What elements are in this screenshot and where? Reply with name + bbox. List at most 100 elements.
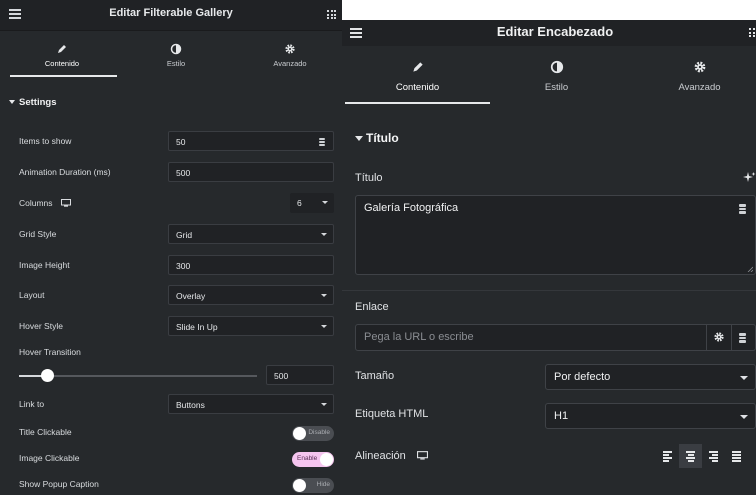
chevron-down-icon xyxy=(740,376,748,380)
align-center-button[interactable] xyxy=(679,444,702,468)
left-editor-panel: Editar Filterable Gallery Contenido Esti… xyxy=(0,0,342,495)
layout-row: Layout Overlay xyxy=(0,285,342,307)
tab-estilo[interactable]: Estilo xyxy=(119,31,233,77)
image-clickable-row: Image Clickable Enable xyxy=(0,450,342,472)
hover-style-select[interactable]: Slide In Up xyxy=(168,316,334,336)
dynamic-tags-icon[interactable] xyxy=(319,138,325,147)
align-right-button[interactable] xyxy=(702,444,725,468)
link-to-label: Link to xyxy=(19,399,45,409)
widgets-grid-icon[interactable] xyxy=(327,10,336,19)
pencil-icon xyxy=(5,42,119,54)
etiqueta-html-select[interactable]: H1 xyxy=(545,403,756,429)
right-header-bar: Editar Encabezado xyxy=(342,20,756,46)
tab-avanzado[interactable]: Avanzado xyxy=(627,46,756,104)
caret-down-icon xyxy=(9,100,15,104)
caret-down-icon xyxy=(355,136,363,141)
hover-style-label: Hover Style xyxy=(19,321,63,331)
hover-transition-input[interactable]: 500 xyxy=(266,365,334,385)
chevron-down-icon xyxy=(322,201,328,204)
divider xyxy=(731,325,732,350)
titulo-section-title: Título xyxy=(366,131,399,145)
title-clickable-state: Disable xyxy=(308,429,330,436)
image-height-label: Image Height xyxy=(19,260,70,270)
pencil-icon xyxy=(345,60,490,74)
tab-estilo-label: Estilo xyxy=(166,59,186,68)
show-popup-caption-toggle[interactable]: Hide xyxy=(292,478,334,493)
left-panel-title: Editar Filterable Gallery xyxy=(109,7,233,19)
enlace-label: Enlace xyxy=(355,301,389,313)
items-to-show-value: 50 xyxy=(176,137,186,147)
tab-contenido[interactable]: Contenido xyxy=(345,46,490,104)
settings-section-title: Settings xyxy=(19,97,57,108)
tab-avanzado[interactable]: Avanzado xyxy=(233,31,342,77)
titulo-section-header[interactable]: Título xyxy=(342,128,756,152)
image-height-row: Image Height 300 xyxy=(0,255,342,277)
animation-duration-row: Animation Duration (ms) 500 xyxy=(0,162,342,184)
divider xyxy=(342,290,756,291)
toggle-knob xyxy=(293,427,306,440)
animation-duration-input[interactable]: 500 xyxy=(168,162,334,182)
chevron-down-icon xyxy=(740,415,748,419)
desktop-icon[interactable] xyxy=(416,451,428,460)
tab-avanzado-label: Avanzado xyxy=(273,59,307,68)
dynamic-tags-icon[interactable] xyxy=(739,204,746,215)
image-height-input[interactable]: 300 xyxy=(168,255,334,275)
title-clickable-label: Title Clickable xyxy=(19,427,72,437)
hover-transition-slider-handle[interactable] xyxy=(41,369,55,382)
grid-style-row: Grid Style Grid xyxy=(0,224,342,246)
hover-style-row: Hover Style Slide In Up xyxy=(0,316,342,338)
items-to-show-input[interactable]: 50 xyxy=(168,131,334,151)
toggle-knob xyxy=(293,479,306,492)
dynamic-tags-icon[interactable] xyxy=(739,333,746,344)
title-clickable-row: Title Clickable Disable xyxy=(0,424,342,446)
hover-transition-row: Hover Transition xyxy=(0,342,342,364)
right-editor-panel: Editar Encabezado Contenido Estilo Avanz… xyxy=(342,20,756,495)
contrast-icon xyxy=(484,60,629,74)
divider xyxy=(706,325,707,350)
grid-style-value: Grid xyxy=(176,230,193,240)
columns-select[interactable]: 6 xyxy=(290,193,334,213)
ai-sparkle-icon[interactable] xyxy=(743,171,756,189)
image-clickable-state: Enable xyxy=(297,455,318,462)
chevron-down-icon xyxy=(321,403,327,406)
columns-value: 6 xyxy=(297,198,302,208)
grid-style-label: Grid Style xyxy=(19,229,57,239)
resize-handle-icon[interactable] xyxy=(747,266,753,272)
right-tabs: Contenido Estilo Avanzado xyxy=(342,46,756,104)
widgets-grid-icon[interactable] xyxy=(749,28,756,37)
contrast-icon xyxy=(119,42,233,55)
show-popup-caption-state: Hide xyxy=(316,481,330,488)
title-clickable-toggle[interactable]: Disable xyxy=(292,426,334,441)
titulo-textarea[interactable]: Galería Fotográfica xyxy=(355,195,756,275)
enlace-url-input[interactable]: Pega la URL o escribe xyxy=(355,324,756,351)
titulo-value: Galería Fotográfica xyxy=(364,202,459,214)
titulo-label: Título xyxy=(355,172,383,184)
link-to-select[interactable]: Buttons xyxy=(168,394,334,414)
hover-transition-slider-track[interactable] xyxy=(19,375,257,377)
grid-style-select[interactable]: Grid xyxy=(168,224,334,244)
hover-style-value: Slide In Up xyxy=(176,322,218,332)
tamano-select[interactable]: Por defecto xyxy=(545,364,756,390)
tab-estilo-label: Estilo xyxy=(544,82,569,93)
alineacion-label: Alineación xyxy=(355,450,428,462)
gear-icon xyxy=(627,60,756,74)
link-to-row: Link to Buttons xyxy=(0,394,342,416)
etiqueta-html-label: Etiqueta HTML xyxy=(355,408,429,420)
show-popup-caption-label: Show Popup Caption xyxy=(19,479,99,489)
settings-section-header[interactable]: Settings xyxy=(0,88,342,118)
align-justify-button[interactable] xyxy=(725,444,748,468)
tab-estilo[interactable]: Estilo xyxy=(484,46,629,104)
tamano-value: Por defecto xyxy=(554,371,611,383)
image-clickable-toggle[interactable]: Enable xyxy=(292,452,334,467)
align-left-button[interactable] xyxy=(656,444,679,468)
image-height-value: 300 xyxy=(176,261,191,271)
hover-transition-value: 500 xyxy=(274,371,289,381)
chevron-down-icon xyxy=(321,233,327,236)
animation-duration-value: 500 xyxy=(176,168,191,178)
link-settings-gear-icon[interactable] xyxy=(713,331,725,346)
desktop-icon[interactable] xyxy=(60,199,71,207)
tab-contenido-label: Contenido xyxy=(44,59,80,68)
layout-select[interactable]: Overlay xyxy=(168,285,334,305)
tab-contenido[interactable]: Contenido xyxy=(5,31,119,77)
alignment-button-group xyxy=(656,444,748,468)
